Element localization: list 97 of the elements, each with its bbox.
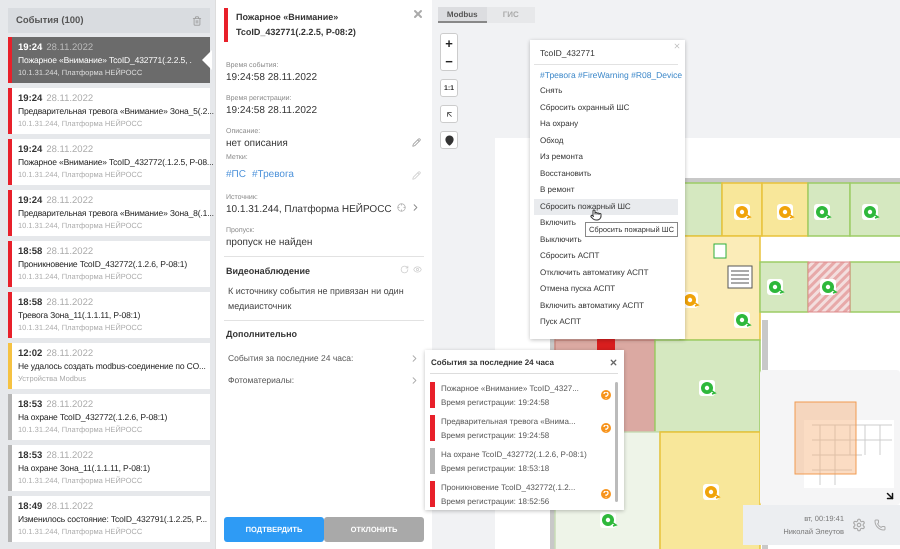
event-time: 18:53	[18, 399, 42, 410]
event-time: 18:58	[18, 297, 42, 308]
event-time: Время регистрации: 19:24:58	[441, 398, 550, 406]
panel-title: События (100)	[16, 15, 84, 26]
bell-icon[interactable]	[703, 484, 721, 500]
bell-icon[interactable]	[820, 279, 838, 295]
event-date: 28.11.2022	[46, 399, 94, 410]
section-title: Видеонаблюдение	[226, 266, 310, 276]
expand-row[interactable]: Фотоматериалы:	[228, 375, 294, 385]
event-title: На охране TcoID_432772(.1.2.6, P-08:1)	[18, 411, 168, 424]
arrow-icon	[444, 110, 454, 118]
field-value: пропуск не найден	[226, 237, 312, 248]
event-title: Проникновение TcoID_432772(.1.2.6, P-08:1)	[18, 258, 188, 271]
menu-item[interactable]: Пуск АСПТ	[534, 314, 678, 330]
event-title[interactable]: Пожарное «Внимание» TcoID_4327...	[441, 384, 595, 392]
bell-icon[interactable]	[734, 204, 752, 220]
event-title[interactable]: На охране TcoID_432772(.1.2.6, P-08:1)	[441, 450, 595, 458]
event-date: 28.11.2022	[46, 450, 94, 461]
menu-item[interactable]: Восстановить	[534, 166, 678, 182]
event-title: Изменилось состояние: TcoID_432791(.1.2.25, P...	[18, 513, 208, 526]
event-date: 28.11.2022	[46, 348, 94, 359]
event-title[interactable]: Проникновение TcoID_432772(.1.2...	[441, 482, 595, 492]
event-time: 12:02	[18, 348, 42, 359]
event-date: 28.11.2022	[46, 42, 94, 53]
close-icon[interactable]	[609, 358, 618, 367]
edit-icon[interactable]	[412, 171, 421, 180]
bell-icon[interactable]	[777, 204, 795, 220]
event-time: Время регистрации: 19:24:58	[441, 430, 550, 440]
map-pin-icon	[444, 134, 454, 146]
menu-item[interactable]: В ремонт	[534, 182, 678, 198]
menu-title: TcoID_432771	[539, 47, 596, 60]
bell-icon[interactable]	[862, 204, 880, 220]
event-time: Время регистрации: 18:52:56	[441, 496, 550, 506]
event-title: Пожарное «Внимание» TcoID_432771(.2.2.5, .	[18, 54, 192, 67]
eye-icon[interactable]	[413, 265, 422, 274]
room[interactable]	[659, 431, 761, 549]
room[interactable]	[654, 339, 761, 433]
pin-tool-button[interactable]	[440, 131, 458, 149]
bell-icon[interactable]	[699, 380, 717, 396]
menu-item[interactable]: Снять	[534, 83, 678, 100]
hand-cursor-icon	[590, 209, 602, 221]
menu-item[interactable]: Отмена пуска АСПТ	[534, 281, 678, 298]
event-title[interactable]: Предварительная тревога «Внима...	[441, 416, 595, 426]
bell-icon[interactable]	[600, 512, 618, 528]
event-time: 19:24	[18, 144, 42, 155]
menu-item[interactable]: Включить автоматику АСПТ	[534, 298, 678, 314]
event-time: 19:24	[18, 42, 42, 53]
trash-icon[interactable]	[192, 16, 202, 26]
event-time: 19:24	[18, 195, 42, 206]
event-time: 19:24	[18, 93, 42, 104]
menu-item[interactable]: На охрану	[534, 116, 678, 132]
target-icon[interactable]	[397, 203, 406, 212]
menu-item[interactable]: Обход	[534, 132, 678, 149]
scrollbar[interactable]	[615, 382, 618, 502]
map-tab[interactable]: Modbus	[438, 7, 486, 23]
field-value: 10.1.31.244, Платформа НЕЙРОСС	[226, 204, 392, 215]
event-time: Время регистрации: 18:53:18	[441, 464, 550, 472]
phone-icon[interactable]	[874, 519, 886, 531]
room[interactable]	[849, 182, 900, 237]
event-title: На охране Зона_11(.1.1.11, P-08:1)	[18, 462, 150, 475]
info-text: К источнику события не привязан ни один медиаисточник	[227, 285, 405, 313]
menu-item[interactable]: Сбросить охранный ШС	[534, 100, 678, 116]
field-value: 19:24:58 28.11.2022	[226, 105, 318, 116]
bell-icon[interactable]	[814, 204, 832, 220]
event-time: 18:58	[18, 246, 42, 257]
section-title: Дополнительно	[226, 329, 298, 339]
event-time: 18:53	[18, 450, 42, 461]
menu-item[interactable]: Из ремонта	[534, 149, 678, 166]
bell-icon[interactable]	[734, 312, 752, 328]
room[interactable]	[761, 182, 809, 237]
expand-icon[interactable]	[884, 490, 896, 502]
menu-item[interactable]: Сбросить АСПТ	[534, 248, 678, 264]
event-date: 28.11.2022	[46, 93, 94, 104]
refresh-icon[interactable]	[400, 265, 409, 274]
bell-icon[interactable]	[767, 279, 785, 295]
field-value: 19:24:58 28.11.2022	[226, 72, 318, 83]
event-title: Пожарное «Внимание» TcoID_432771(.2.2.5, P-08:2)	[236, 11, 357, 39]
event-date: 28.11.2022	[46, 297, 94, 308]
event-time: 18:49	[18, 501, 42, 512]
panel-icon[interactable]	[728, 266, 752, 288]
device-icon[interactable]	[714, 244, 726, 258]
event-title: Тревога Зона_11(.1.1.11, P-08:1)	[18, 309, 142, 322]
expand-row[interactable]: События за последние 24 часа:	[228, 353, 354, 363]
event-date: 28.11.2022	[46, 246, 94, 257]
event-title: Не удалось создать modbus-соединение по CO...	[18, 360, 206, 373]
event-date: 28.11.2022	[46, 501, 94, 512]
event-date: 28.11.2022	[46, 195, 94, 206]
menu-item[interactable]: Отключить автоматику АСПТ	[534, 264, 678, 281]
select-tool-button[interactable]	[440, 105, 458, 123]
room[interactable]	[759, 261, 809, 313]
edit-icon[interactable]	[412, 138, 421, 147]
field-value: нет описания	[226, 138, 288, 149]
room[interactable]	[849, 261, 900, 313]
menu-item[interactable]: Сбросить пожарный ШС	[534, 198, 678, 215]
settings-icon[interactable]	[852, 518, 866, 532]
event-date: 28.11.2022	[46, 144, 94, 155]
popup-title: События за последние 24 часа	[431, 358, 555, 367]
